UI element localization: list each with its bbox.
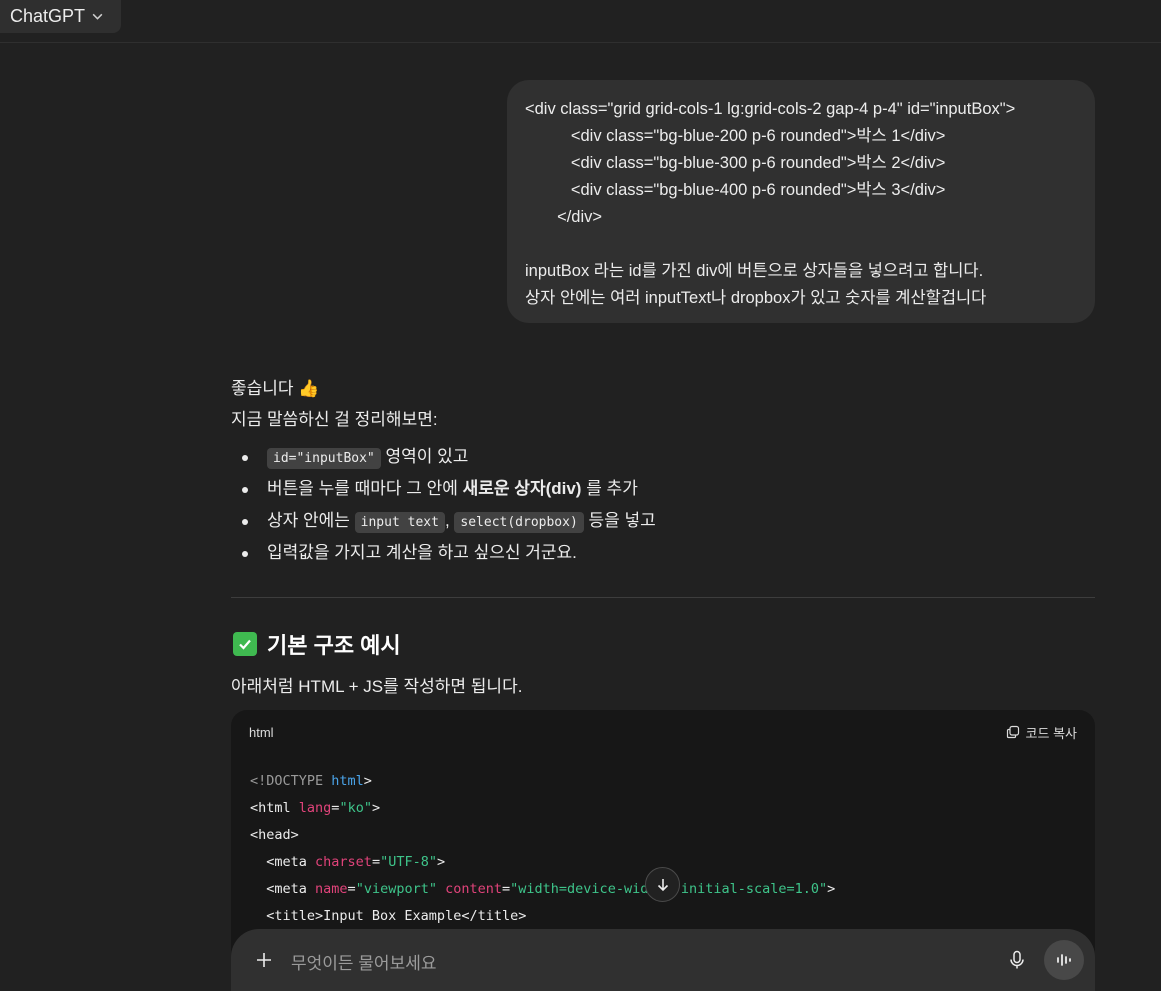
scroll-to-bottom-button[interactable] [645, 867, 680, 902]
top-bar: ChatGPT [0, 0, 1161, 43]
section-subtitle: 아래처럼 HTML + JS를 작성하면 됩니다. [231, 677, 523, 696]
section-heading: 기본 구조 예시 [233, 628, 401, 660]
inline-code: input text [354, 512, 445, 533]
user-message-line: <div class="bg-blue-200 p-6 rounded">박스 … [525, 127, 946, 145]
assistant-summary-intro: 지금 말씀하신 걸 정리해보면: [231, 410, 438, 429]
code-token: <meta [250, 854, 316, 870]
list-item-text: 를 추가 [581, 479, 638, 498]
code-body: <!DOCTYPE html> <html lang="ko"> <head> … [231, 754, 1095, 944]
assistant-message: 좋습니다 👍 지금 말씀하신 걸 정리해보면: id="inputBox" 영역… [231, 373, 1095, 569]
code-token: > [436, 854, 446, 870]
code-token: "UTF-8" [380, 854, 437, 870]
add-attachment-button[interactable] [251, 947, 277, 973]
code-token: > [371, 800, 381, 816]
code-line: <title>Input Box Example</title> [250, 903, 1076, 930]
list-item-text: 입력값을 가지고 계산을 하고 싶으신 거군요. [267, 543, 577, 562]
user-message-line: 상자 안에는 여러 inputText나 dropbox가 있고 숫자를 계산할… [525, 289, 987, 307]
inline-code: id="inputBox" [267, 448, 381, 469]
code-token: > [363, 773, 372, 789]
microphone-icon [1010, 950, 1024, 969]
code-line: <html lang="ko"> [250, 795, 1076, 822]
user-message-line: ​ [525, 231, 1077, 258]
code-token: name [315, 881, 348, 897]
code-token: html [331, 773, 364, 789]
voice-mode-button[interactable] [1044, 940, 1084, 980]
user-message-line: <div class="bg-blue-400 p-6 rounded">박스 … [525, 181, 946, 199]
code-token: > [827, 881, 836, 897]
user-message-line: <div class="grid grid-cols-1 lg:grid-col… [525, 100, 1016, 118]
user-message-line: inputBox 라는 id를 가진 div에 버튼으로 상자들을 넣으려고 합… [525, 262, 984, 280]
list-item: 상자 안에는 input text, select(dropbox) 등을 넣고 [231, 505, 1095, 537]
code-language-label: html [249, 724, 274, 740]
waveform-icon [1057, 954, 1071, 966]
code-token: <head> [250, 827, 299, 843]
user-message-bubble: <div class="grid grid-cols-1 lg:grid-col… [507, 80, 1095, 323]
code-token: lang [298, 800, 332, 816]
code-token: <!DOCTYPE [250, 773, 332, 789]
code-token: = [502, 881, 511, 897]
list-item-text: , [444, 511, 455, 530]
list-item-text: 영역이 있고 [380, 447, 469, 466]
copy-code-label: 코드 복사 [1025, 725, 1077, 741]
list-item: 입력값을 가지고 계산을 하고 싶으신 거군요. [231, 537, 1095, 569]
code-token: <title>Input Box Example</title> [250, 908, 527, 924]
code-token: charset [315, 854, 372, 870]
summary-list: id="inputBox" 영역이 있고 버튼을 누를 때마다 그 안에 새로운… [231, 441, 1095, 569]
code-block-header: html 코드 복사 [231, 710, 1095, 754]
check-mark-icon [233, 632, 257, 656]
model-selector-button[interactable]: ChatGPT [0, 0, 121, 33]
message-input[interactable]: 무엇이든 물어보세요 [291, 949, 436, 974]
assistant-greeting: 좋습니다 👍 [231, 379, 320, 398]
dictation-button[interactable] [1004, 947, 1030, 973]
inline-code: select(dropbox) [454, 512, 584, 533]
model-label: ChatGPT [10, 6, 86, 26]
copy-code-button[interactable]: 코드 복사 [1006, 723, 1077, 742]
chevron-down-icon [92, 13, 103, 20]
bold-text: 새로운 상자(div) [462, 479, 582, 498]
arrow-down-icon [657, 878, 668, 891]
code-token: "viewport" [355, 881, 437, 897]
list-item-text: 버튼을 누를 때마다 그 안에 [267, 479, 463, 498]
user-message-line: </div> [525, 208, 603, 226]
code-token: <meta [250, 881, 316, 897]
code-token: = [347, 881, 356, 897]
list-item: id="inputBox" 영역이 있고 [231, 441, 1095, 473]
code-line: <head> [250, 822, 1076, 849]
code-line: <!DOCTYPE html> [250, 768, 1076, 795]
copy-icon [1006, 725, 1019, 739]
list-item: 버튼을 누를 때마다 그 안에 새로운 상자(div) 를 추가 [231, 473, 1095, 505]
plus-icon [257, 953, 271, 967]
code-token: = [371, 854, 381, 870]
message-composer: 무엇이든 물어보세요 [231, 929, 1095, 991]
section-title: 기본 구조 예시 [267, 633, 401, 658]
code-token: content [445, 881, 503, 897]
list-item-text: 등을 넣고 [583, 511, 656, 530]
user-message-line: <div class="bg-blue-300 p-6 rounded">박스 … [525, 154, 946, 172]
list-item-text: 상자 안에는 [267, 511, 355, 530]
code-token: <html [250, 800, 299, 816]
section-divider [231, 597, 1095, 598]
code-token: "ko" [339, 800, 372, 816]
